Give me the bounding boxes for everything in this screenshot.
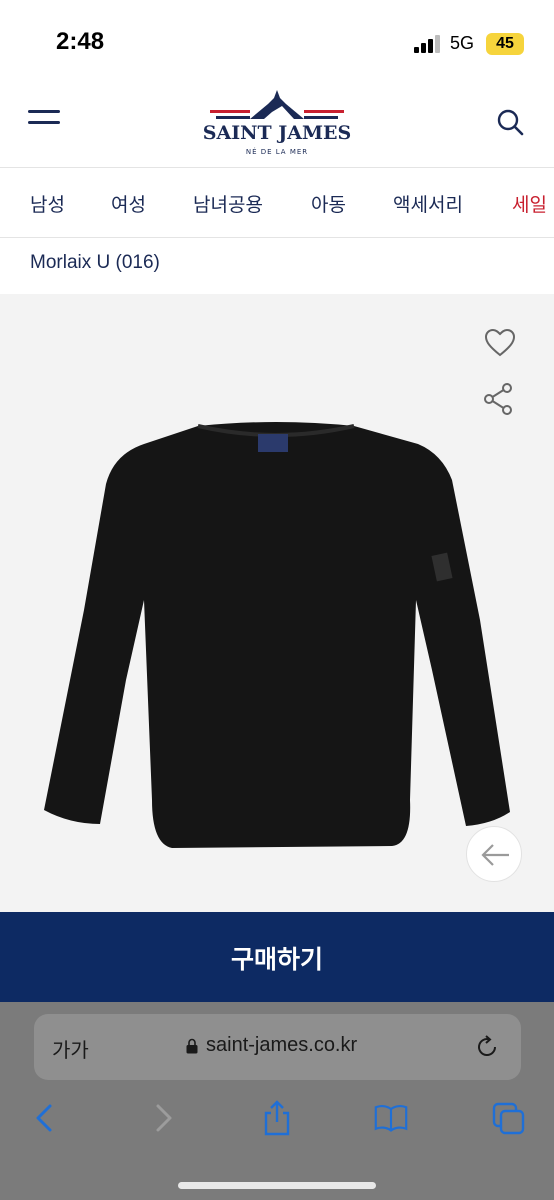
browser-toolbar: 가가 saint-james.co.kr — [0, 1002, 554, 1200]
address-bar[interactable]: 가가 saint-james.co.kr — [34, 1014, 521, 1080]
nav-item-women[interactable]: 여성 — [111, 190, 146, 217]
product-breadcrumb[interactable]: Morlaix U (016) — [30, 252, 160, 274]
status-time: 2:48 — [56, 28, 105, 55]
brand-tagline: NÉ DE LA MER — [245, 148, 309, 156]
buy-button[interactable]: 구매하기 — [0, 912, 554, 1002]
status-bar: 2:48 5G 45 — [0, 0, 554, 88]
buy-button-label: 구매하기 — [230, 945, 323, 974]
text-size-button[interactable]: 가가 — [52, 1034, 89, 1063]
menu-icon[interactable] — [28, 110, 60, 134]
back-icon[interactable] — [28, 1100, 62, 1136]
share-sheet-icon[interactable] — [260, 1100, 294, 1136]
nav-item-sale[interactable]: 세일 — [512, 190, 547, 217]
url-text[interactable]: saint-james.co.kr — [206, 1034, 357, 1057]
nav-item-accessories[interactable]: 액세서리 — [393, 190, 463, 217]
prev-image-button[interactable] — [466, 826, 522, 882]
nav-item-kids[interactable]: 아동 — [311, 190, 346, 217]
share-icon[interactable] — [482, 382, 514, 416]
signal-icon — [414, 35, 440, 53]
battery-badge: 45 — [486, 33, 524, 55]
lock-icon — [186, 1038, 198, 1054]
bookmarks-icon[interactable] — [374, 1100, 408, 1136]
logo-mark-icon — [210, 90, 344, 119]
network-label: 5G — [450, 33, 475, 53]
site-header: SAINT JAMES NÉ DE LA MER — [0, 88, 554, 168]
category-nav: 남성 여성 남녀공용 아동 액세서리 세일 — [0, 168, 554, 238]
nav-item-men[interactable]: 남성 — [30, 190, 65, 217]
home-indicator — [178, 1182, 376, 1189]
heart-icon[interactable] — [484, 328, 516, 358]
arrow-left-icon — [481, 844, 509, 866]
brand-logo[interactable]: SAINT JAMES NÉ DE LA MER — [200, 88, 354, 160]
product-shirt-image[interactable] — [40, 420, 514, 852]
nav-item-unisex[interactable]: 남녀공용 — [193, 190, 263, 217]
tabs-icon[interactable] — [492, 1100, 526, 1136]
search-icon[interactable] — [496, 108, 524, 136]
product-image-area — [0, 294, 554, 912]
brand-name: SAINT JAMES — [202, 122, 352, 144]
reload-icon[interactable] — [474, 1034, 500, 1060]
forward-icon[interactable] — [146, 1100, 180, 1136]
